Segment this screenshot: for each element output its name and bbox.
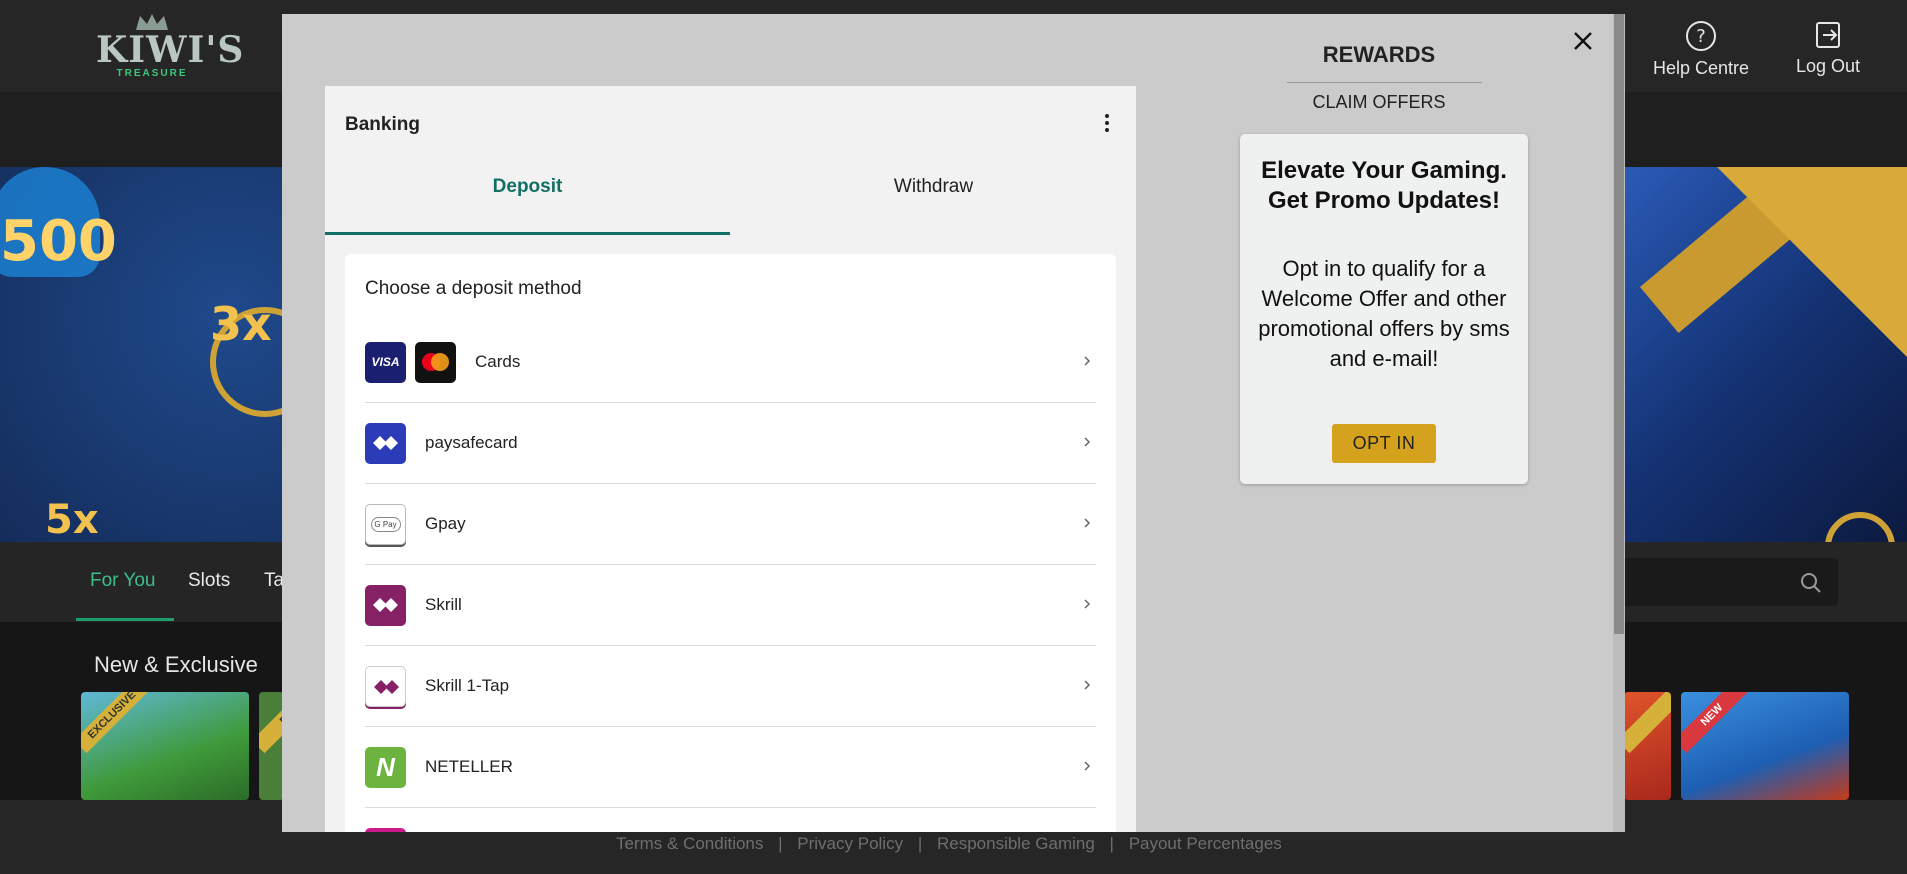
chevron-right-icon (1084, 518, 1091, 528)
banner-gold-corner (1717, 167, 1907, 357)
skrill-1-tap-icon (365, 666, 406, 707)
svg-text:?: ? (1696, 26, 1706, 47)
tab-withdraw[interactable]: Withdraw (731, 176, 1136, 198)
method-row-neteller[interactable]: N NETELLER (365, 727, 1096, 808)
rewards-title: REWARDS (1322, 42, 1436, 67)
log-out-link[interactable]: Log Out (1790, 20, 1866, 77)
method-label: Skrill 1-Tap (425, 676, 510, 695)
game-tile[interactable] (1624, 692, 1671, 800)
banner-spade-text: 500 (0, 209, 117, 274)
footer-link-responsible-gaming[interactable]: Responsible Gaming (937, 834, 1095, 854)
method-label: Cards (475, 352, 521, 371)
promo-heading: Elevate Your Gaming. Get Promo Updates! (1261, 157, 1507, 214)
claim-offers-label[interactable]: CLAIM OFFERS (1286, 92, 1472, 113)
skrill-icon (365, 585, 406, 626)
help-centre-link[interactable]: ? Help Centre (1648, 20, 1754, 79)
game-tile[interactable]: EXCLUSIVE (81, 692, 249, 800)
close-icon (1574, 32, 1592, 50)
deposit-methods-card: Choose a deposit method VISA Cards paysa… (345, 254, 1116, 832)
nav-tab-for-you[interactable]: For You (90, 570, 156, 592)
mastercard-icon (415, 342, 456, 383)
game-search-box[interactable] (1620, 558, 1838, 606)
banner-multiplier: 3x (210, 297, 272, 351)
method-row-next[interactable] (365, 808, 1096, 832)
method-label: paysafecard (425, 433, 518, 452)
footer-link-privacy[interactable]: Privacy Policy (797, 834, 903, 854)
banking-panel: Banking Deposit Withdraw Choose a deposi… (325, 86, 1136, 832)
logo-word: KIWI'S (96, 29, 245, 71)
chevron-right-icon (1084, 356, 1091, 366)
modal-scrollbar-thumb[interactable] (1614, 14, 1624, 634)
method-row-paysafecard[interactable]: paysafecard (365, 403, 1096, 484)
tile-ribbon: NEW (1681, 692, 1751, 754)
rewards-divider (1287, 82, 1482, 83)
chevron-right-icon (1084, 599, 1091, 609)
site-logo[interactable]: KIWI'S TREASURE (96, 12, 245, 80)
more-options-icon[interactable] (1101, 112, 1113, 136)
visa-icon: VISA (365, 342, 406, 383)
banner-multiplier-2: 5x (45, 497, 99, 542)
tab-active-indicator (325, 232, 730, 235)
help-icon: ? (1686, 21, 1716, 51)
tab-deposit[interactable]: Deposit (325, 176, 730, 198)
footer-link-payout[interactable]: Payout Percentages (1129, 834, 1282, 854)
method-label: Gpay (425, 514, 466, 533)
neteller-icon: N (365, 747, 406, 788)
game-tile[interactable]: EXC (259, 692, 284, 800)
section-title: New & Exclusive (94, 652, 258, 677)
banking-title: Banking (345, 114, 420, 135)
opt-in-button[interactable]: OPT IN (1332, 424, 1436, 463)
nav-active-indicator (76, 618, 174, 621)
method-row-skrill[interactable]: Skrill (365, 565, 1096, 646)
chevron-right-icon (1084, 680, 1091, 690)
footer-separator: | (778, 834, 783, 853)
tile-ribbon: EXC (259, 692, 284, 754)
nav-tab-slots[interactable]: Slots (188, 570, 230, 592)
log-out-label: Log Out (1795, 56, 1861, 76)
chevron-right-icon (1084, 761, 1091, 771)
chevron-right-icon (1084, 437, 1091, 447)
footer-separator: | (1109, 834, 1114, 853)
help-centre-label: Help Centre (1652, 58, 1750, 78)
banking-rewards-modal: Banking Deposit Withdraw Choose a deposi… (282, 14, 1625, 832)
method-row-gpay[interactable]: G Pay Gpay (365, 484, 1096, 565)
method-row-skrill-1-tap[interactable]: Skrill 1-Tap (365, 646, 1096, 727)
tile-ribbon: EXCLUSIVE (81, 692, 151, 754)
game-tile[interactable]: NEW (1681, 692, 1849, 800)
method-label: Skrill (425, 595, 462, 614)
tile-ribbon (1624, 692, 1671, 754)
paysafecard-icon (365, 423, 406, 464)
payment-method-icon (365, 828, 406, 832)
gpay-icon-text: G Pay (370, 517, 401, 532)
footer-separator: | (917, 834, 923, 853)
close-button[interactable] (1568, 26, 1598, 56)
search-icon (1801, 573, 1821, 593)
promo-body: Opt in to qualify for a Welcome Offer an… (1258, 256, 1510, 371)
method-row-cards[interactable]: VISA Cards (365, 322, 1096, 403)
methods-title: Choose a deposit method (365, 278, 582, 299)
promo-opt-in-card: Elevate Your Gaming. Get Promo Updates! … (1240, 134, 1528, 484)
gpay-icon: G Pay (365, 504, 406, 545)
banking-tabs: Deposit Withdraw (325, 176, 1136, 212)
footer-link-terms[interactable]: Terms & Conditions (616, 834, 763, 854)
method-label: NETELLER (425, 757, 513, 776)
footer-links: Terms & Conditions | Privacy Policy | Re… (616, 834, 1282, 854)
log-out-icon (1816, 22, 1840, 48)
